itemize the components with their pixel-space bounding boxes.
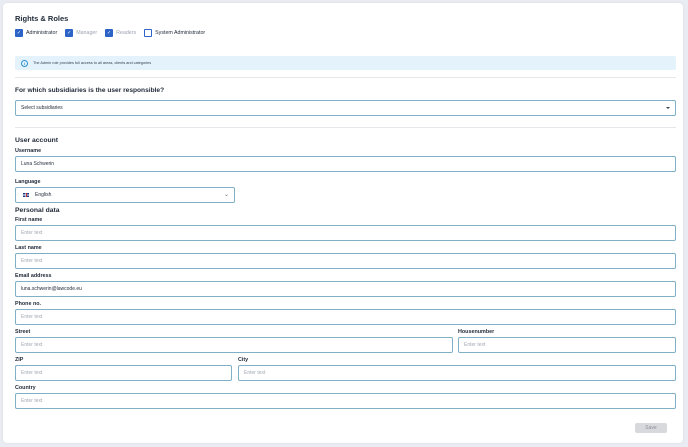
- admin-info-banner: i The Admin role provides full access to…: [15, 56, 676, 70]
- language-selected: English: [21, 192, 51, 198]
- role-label: Administrator: [26, 30, 58, 36]
- last-name-label: Last name: [15, 245, 42, 251]
- street-input[interactable]: Enter text: [15, 337, 453, 353]
- role-label: System Administrator: [155, 30, 206, 36]
- info-icon: i: [21, 59, 28, 67]
- username-input[interactable]: Luna Schwerin: [15, 156, 676, 172]
- city-input[interactable]: Enter text: [238, 365, 676, 381]
- user-account-title: User account: [15, 137, 59, 144]
- checkbox-checked-icon[interactable]: ✓: [65, 29, 74, 37]
- placeholder: Enter text: [21, 398, 43, 404]
- role-label: Readers: [116, 30, 137, 36]
- housenumber-input[interactable]: Enter text: [458, 337, 676, 353]
- housenumber-label: Housenumber: [458, 329, 495, 335]
- info-text: The Admin role provides full access to a…: [33, 61, 152, 65]
- placeholder: Enter text: [21, 342, 43, 348]
- divider: [15, 127, 676, 128]
- country-input[interactable]: Enter text: [15, 393, 676, 409]
- zip-label: ZIP: [15, 357, 24, 363]
- placeholder: Enter text: [21, 314, 43, 320]
- checkbox-checked-icon[interactable]: ✓: [105, 29, 114, 37]
- email-value: luna.schwerin@lawcode.eu: [21, 286, 82, 292]
- phone-label: Phone no.: [15, 301, 42, 307]
- country-label: Country: [15, 385, 36, 391]
- placeholder: Enter text: [21, 258, 43, 264]
- placeholder: Enter text: [21, 230, 43, 236]
- placeholder: Enter text: [21, 370, 43, 376]
- placeholder: Enter text: [464, 342, 486, 348]
- zip-input[interactable]: Enter text: [15, 365, 232, 381]
- email-label: Email address: [15, 273, 52, 279]
- username-value: Luna Schwerin: [21, 161, 55, 167]
- checkbox-checked-icon[interactable]: ✓: [15, 29, 23, 37]
- roles-checkbox-row: ✓ Administrator ✓ Manager ✓ Readers Syst…: [15, 29, 213, 37]
- email-input[interactable]: luna.schwerin@lawcode.eu: [15, 281, 676, 297]
- first-name-label: First name: [15, 217, 43, 223]
- language-value: English: [35, 192, 52, 198]
- subsidiaries-question: For which subsidiaries is the user respo…: [15, 87, 165, 94]
- role-administrator[interactable]: ✓ Administrator: [15, 29, 57, 37]
- role-manager[interactable]: ✓ Manager: [65, 29, 97, 37]
- user-form-card: Rights & Roles ✓ Administrator ✓ Manager…: [3, 3, 683, 443]
- uk-flag-icon: [23, 193, 29, 197]
- phone-input[interactable]: Enter text: [15, 309, 676, 325]
- username-label: Username: [15, 148, 42, 154]
- subsidiaries-select[interactable]: Select subsidiaries: [15, 100, 676, 116]
- street-label: Street: [15, 329, 31, 335]
- last-name-input[interactable]: Enter text: [15, 253, 676, 269]
- first-name-input[interactable]: Enter text: [15, 225, 676, 241]
- placeholder: Enter text: [244, 370, 266, 376]
- divider: [15, 77, 676, 78]
- subsidiaries-select-label: Select subsidiaries: [21, 105, 63, 111]
- role-label: Manager: [76, 30, 98, 36]
- city-label: City: [238, 357, 249, 363]
- caret-down-icon: [666, 107, 670, 109]
- save-button[interactable]: Save: [635, 423, 667, 433]
- chevron-down-icon: ⌄: [223, 192, 229, 198]
- role-system-administrator[interactable]: System Administrator: [144, 29, 205, 37]
- rights-title: Rights & Roles: [15, 14, 69, 23]
- language-label: Language: [15, 179, 41, 185]
- personal-data-title: Personal data: [15, 207, 60, 214]
- checkbox-empty-icon[interactable]: [144, 29, 153, 37]
- role-readers[interactable]: ✓ Readers: [105, 29, 136, 37]
- language-select[interactable]: English ⌄: [15, 187, 235, 203]
